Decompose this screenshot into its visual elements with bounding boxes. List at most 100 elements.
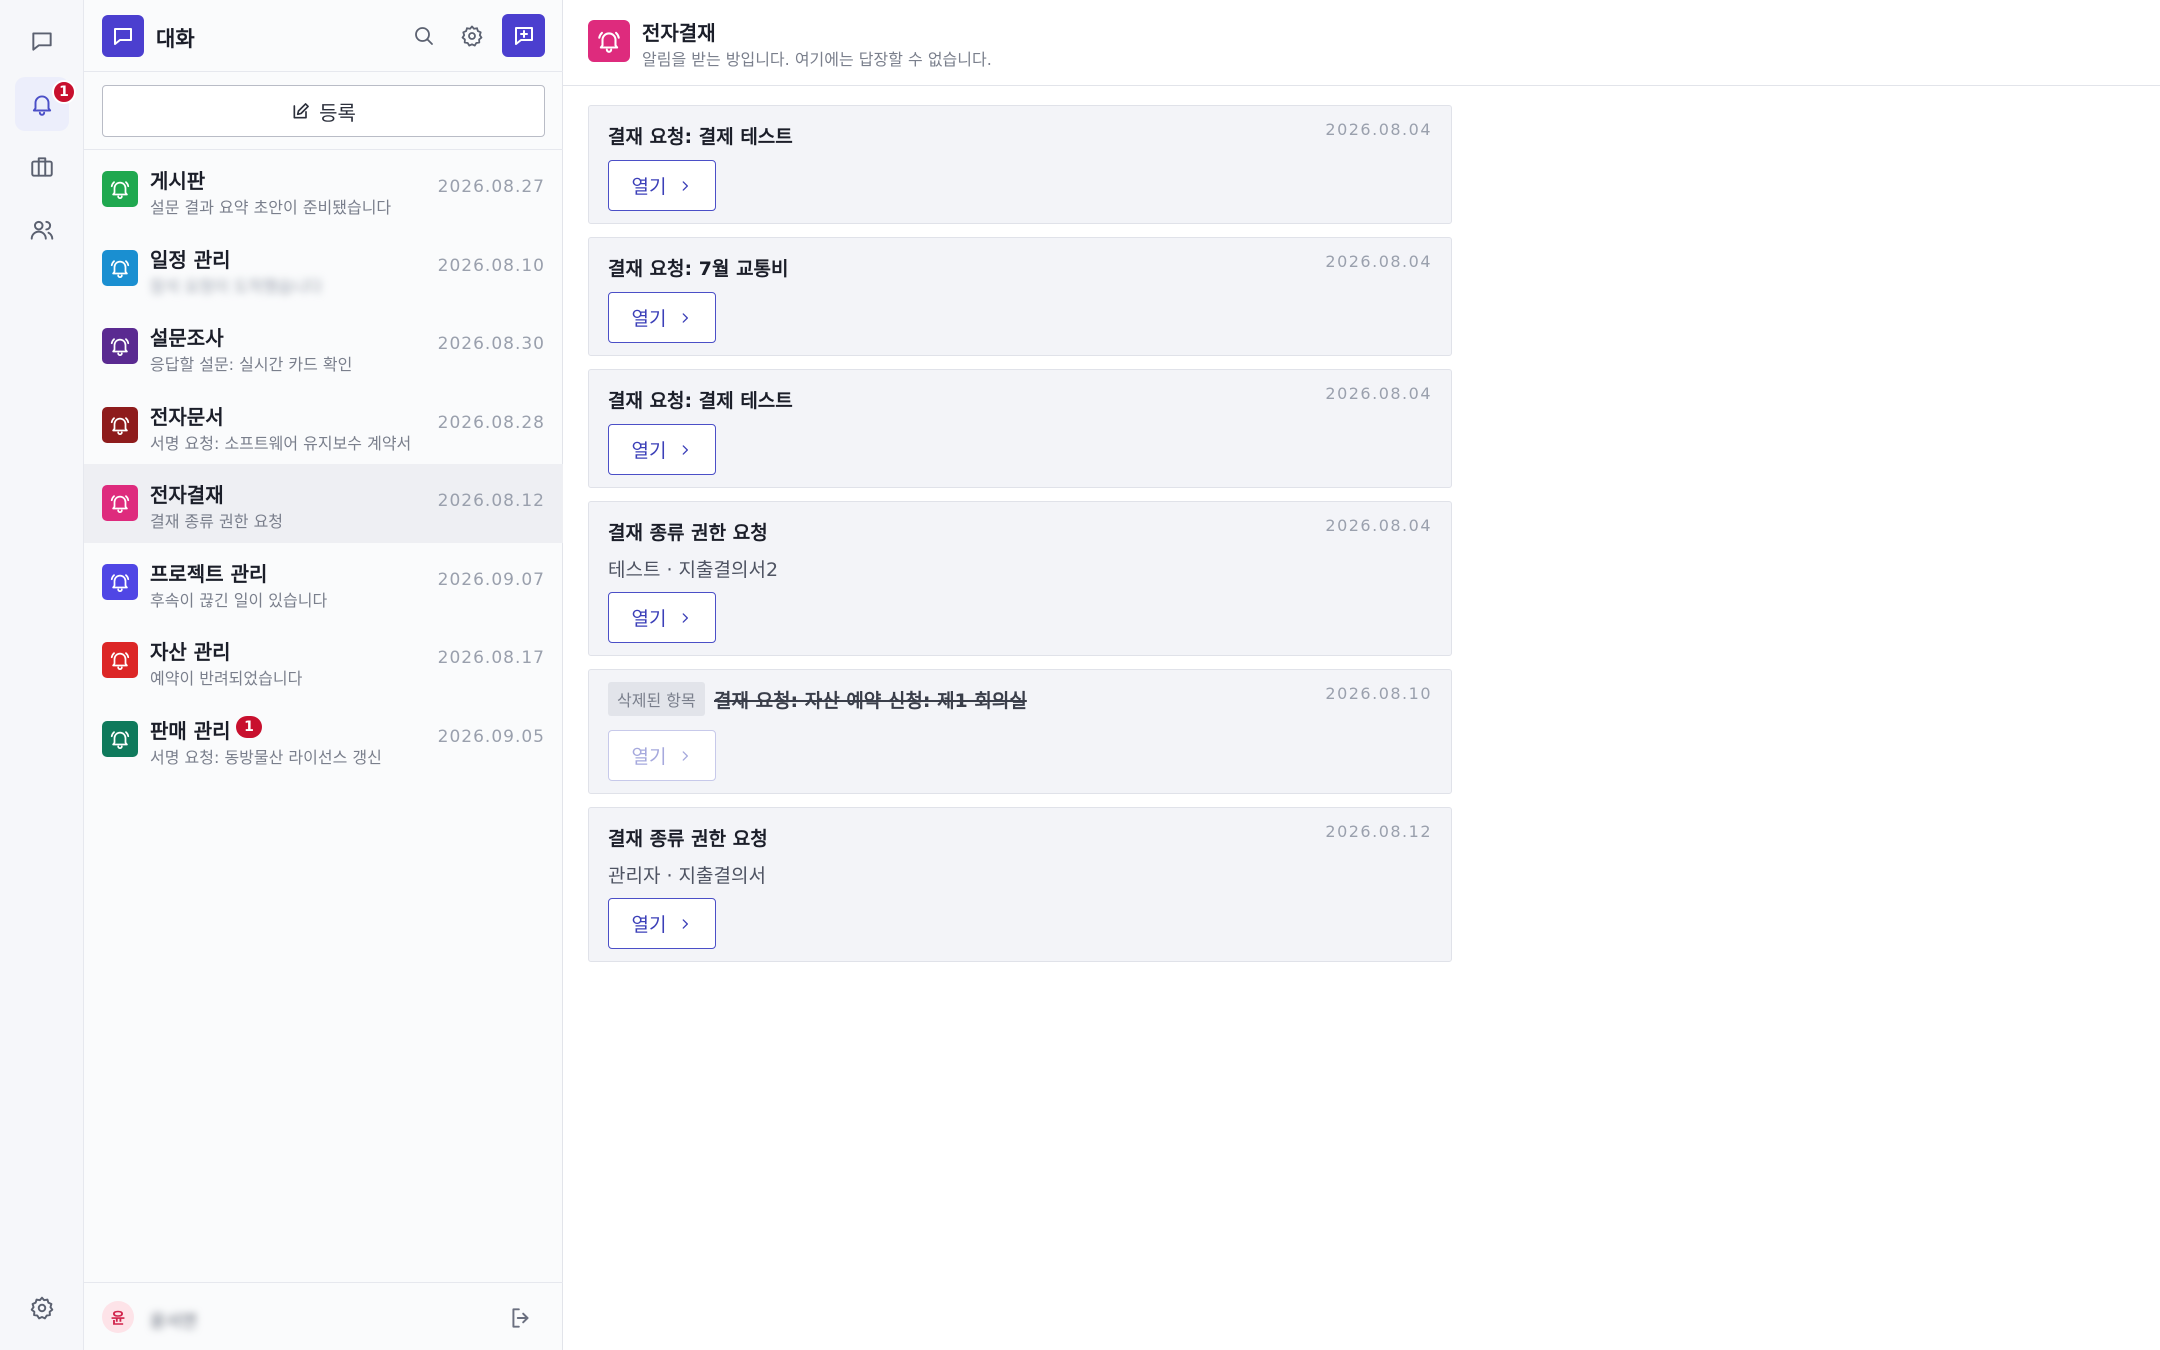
open-label: 열기 [631, 608, 667, 630]
conversation-name: 전자결재 [150, 483, 224, 507]
conversation-date: 2026.08.30 [437, 334, 545, 354]
conversation-preview: 예약이 반려되었습니다 [150, 669, 303, 688]
bell-icon [102, 563, 138, 600]
conversation-list: 게시판 설문 결과 요약 초안이 준비됐습니다 2026.08.27 일정 관리… [84, 150, 563, 778]
conversation-item-sales[interactable]: 판매 관리 1 서명 요청: 동방물산 라이선스 갱신 2026.09.05 [84, 700, 563, 779]
conversation-item-survey[interactable]: 설문조사 응답할 설문: 실시간 카드 확인 2026.08.30 [84, 307, 563, 386]
open-label: 열기 [631, 440, 667, 462]
new-conversation-button[interactable] [502, 14, 545, 57]
room-title: 전자결재 [642, 21, 716, 45]
conversation-preview: 참석 요청이 도착했습니다 [150, 276, 323, 296]
user-name: 윤서연 [150, 1312, 197, 1332]
card-title: 결재 요청: 결제 테스트 [608, 126, 793, 148]
open-label: 열기 [631, 914, 667, 936]
conversation-logo-icon [102, 15, 144, 57]
open-button[interactable]: 열기 [608, 424, 716, 475]
conversation-header: 대화 [84, 0, 563, 72]
bell-icon [102, 642, 138, 678]
card-date: 2026.08.12 [1325, 822, 1432, 841]
rail-work-button[interactable] [15, 140, 69, 194]
avatar[interactable]: 윤 [102, 1301, 134, 1333]
rail-contacts-button[interactable] [15, 203, 69, 257]
notification-card: 결재 요청: 7월 교통비 2026.08.04 열기 [588, 237, 1452, 356]
conversation-name: 판매 관리 [150, 718, 231, 743]
open-button[interactable]: 열기 [608, 898, 716, 949]
conversation-preview: 서명 요청: 동방물산 라이선스 갱신 [150, 747, 382, 767]
card-title: 결재 요청: 자산 예약 신청: 제1 회의실 [714, 690, 1027, 712]
notification-card: 결재 종류 권한 요청 2026.08.04 테스트 · 지출결의서2 열기 [588, 501, 1452, 656]
conversation-item-schedule[interactable]: 일정 관리 참석 요청이 도착했습니다 2026.08.10 [84, 229, 563, 308]
chat-icon [32, 32, 52, 51]
gear-icon [30, 1296, 54, 1320]
conversation-preview: 설문 결과 요약 초안이 준비됐습니다 [150, 198, 392, 217]
notification-card: 결재 종류 권한 요청 2026.08.12 관리자 · 지출결의서 열기 [588, 807, 1452, 962]
conversation-date: 2026.08.17 [437, 648, 545, 668]
card-detail: 관리자 · 지출결의서 [608, 865, 766, 887]
conversation-name: 프로젝트 관리 [150, 561, 268, 586]
rail-settings-button[interactable] [15, 1281, 69, 1335]
card-date: 2026.08.10 [1325, 684, 1432, 703]
logout-icon [512, 1308, 529, 1328]
register-area: 등록 [84, 72, 563, 150]
panel-title: 대화 [156, 27, 195, 51]
room-description: 알림을 받는 방입니다. 여기에는 답장할 수 없습니다. [642, 50, 992, 69]
register-button[interactable]: 등록 [102, 85, 545, 137]
open-button: 열기 [608, 730, 716, 781]
unread-badge: 1 [236, 715, 262, 738]
chevron-right-icon [683, 180, 689, 191]
card-title: 결재 요청: 결제 테스트 [608, 390, 793, 412]
conversation-date: 2026.09.05 [437, 726, 545, 747]
main-area: 전자결재 알림을 받는 방입니다. 여기에는 답장할 수 없습니다. 결재 요청… [563, 0, 2160, 1350]
conversation-panel: 대화 등록 게시판 설문 결과 요약 초안이 준비됐습니다 2026.08.27… [84, 0, 563, 1350]
card-date: 2026.08.04 [1325, 516, 1432, 535]
conversation-name: 게시판 [150, 169, 206, 193]
bell-icon [102, 406, 138, 443]
logout-button[interactable] [508, 1305, 534, 1331]
chevron-right-icon [683, 444, 689, 455]
search-icon [415, 27, 433, 45]
room-header: 전자결재 알림을 받는 방입니다. 여기에는 답장할 수 없습니다. [563, 0, 2160, 86]
briefcase-icon [31, 157, 53, 177]
card-detail: 테스트 · 지출결의서2 [608, 559, 779, 581]
card-date: 2026.08.04 [1325, 252, 1432, 271]
bell-icon [102, 720, 138, 757]
edit-icon [293, 103, 310, 119]
card-date: 2026.08.04 [1325, 384, 1432, 403]
rail-notifications-button[interactable]: 1 [15, 77, 76, 131]
conversation-date: 2026.08.10 [437, 255, 545, 276]
add-chat-icon [514, 26, 533, 45]
open-label: 열기 [631, 176, 667, 198]
panel-settings-button[interactable] [457, 21, 487, 51]
conversation-item-documents[interactable]: 전자문서 서명 요청: 소프트웨어 유지보수 계약서 2026.08.28 [84, 386, 563, 465]
open-label: 열기 [631, 308, 667, 330]
chevron-right-icon [683, 612, 689, 623]
conversation-name: 일정 관리 [150, 247, 231, 272]
open-button[interactable]: 열기 [608, 160, 716, 211]
conversation-name: 전자문서 [150, 404, 224, 429]
conversation-date: 2026.09.07 [437, 569, 545, 590]
user-footer: 윤 윤서연 [84, 1282, 563, 1350]
app-rail: 1 [0, 0, 84, 1350]
conversation-preview: 서명 요청: 소프트웨어 유지보수 계약서 [150, 433, 412, 453]
open-label: 열기 [631, 746, 667, 768]
notification-card-deleted: 삭제된 항목 결재 요청: 자산 예약 신청: 제1 회의실 2026.08.1… [588, 669, 1452, 794]
register-label: 등록 [319, 100, 356, 125]
conversation-item-approval[interactable]: 전자결재 결재 종류 권한 요청 2026.08.12 [84, 464, 563, 543]
bell-icon [32, 95, 52, 116]
search-button[interactable] [409, 21, 439, 51]
conversation-item-board[interactable]: 게시판 설문 결과 요약 초안이 준비됐습니다 2026.08.27 [84, 150, 563, 229]
open-button[interactable]: 열기 [608, 592, 716, 643]
conversation-item-project[interactable]: 프로젝트 관리 후속이 끊긴 일이 있습니다 2026.09.07 [84, 543, 563, 622]
rail-chat-button[interactable] [15, 14, 69, 68]
conversation-date: 2026.08.12 [437, 491, 545, 511]
conversation-item-assets[interactable]: 자산 관리 예약이 반려되었습니다 2026.08.17 [84, 621, 563, 700]
open-button[interactable]: 열기 [608, 292, 716, 343]
conversation-preview: 후속이 끊긴 일이 있습니다 [150, 590, 328, 610]
notification-badge: 1 [52, 80, 76, 104]
deleted-tag: 삭제된 항목 [608, 682, 705, 716]
conversation-preview: 응답할 설문: 실시간 카드 확인 [150, 355, 353, 374]
gear-icon [461, 25, 483, 47]
conversation-name: 설문조사 [150, 326, 224, 350]
conversation-preview: 결재 종류 권한 요청 [150, 512, 284, 531]
bell-icon [102, 171, 138, 207]
